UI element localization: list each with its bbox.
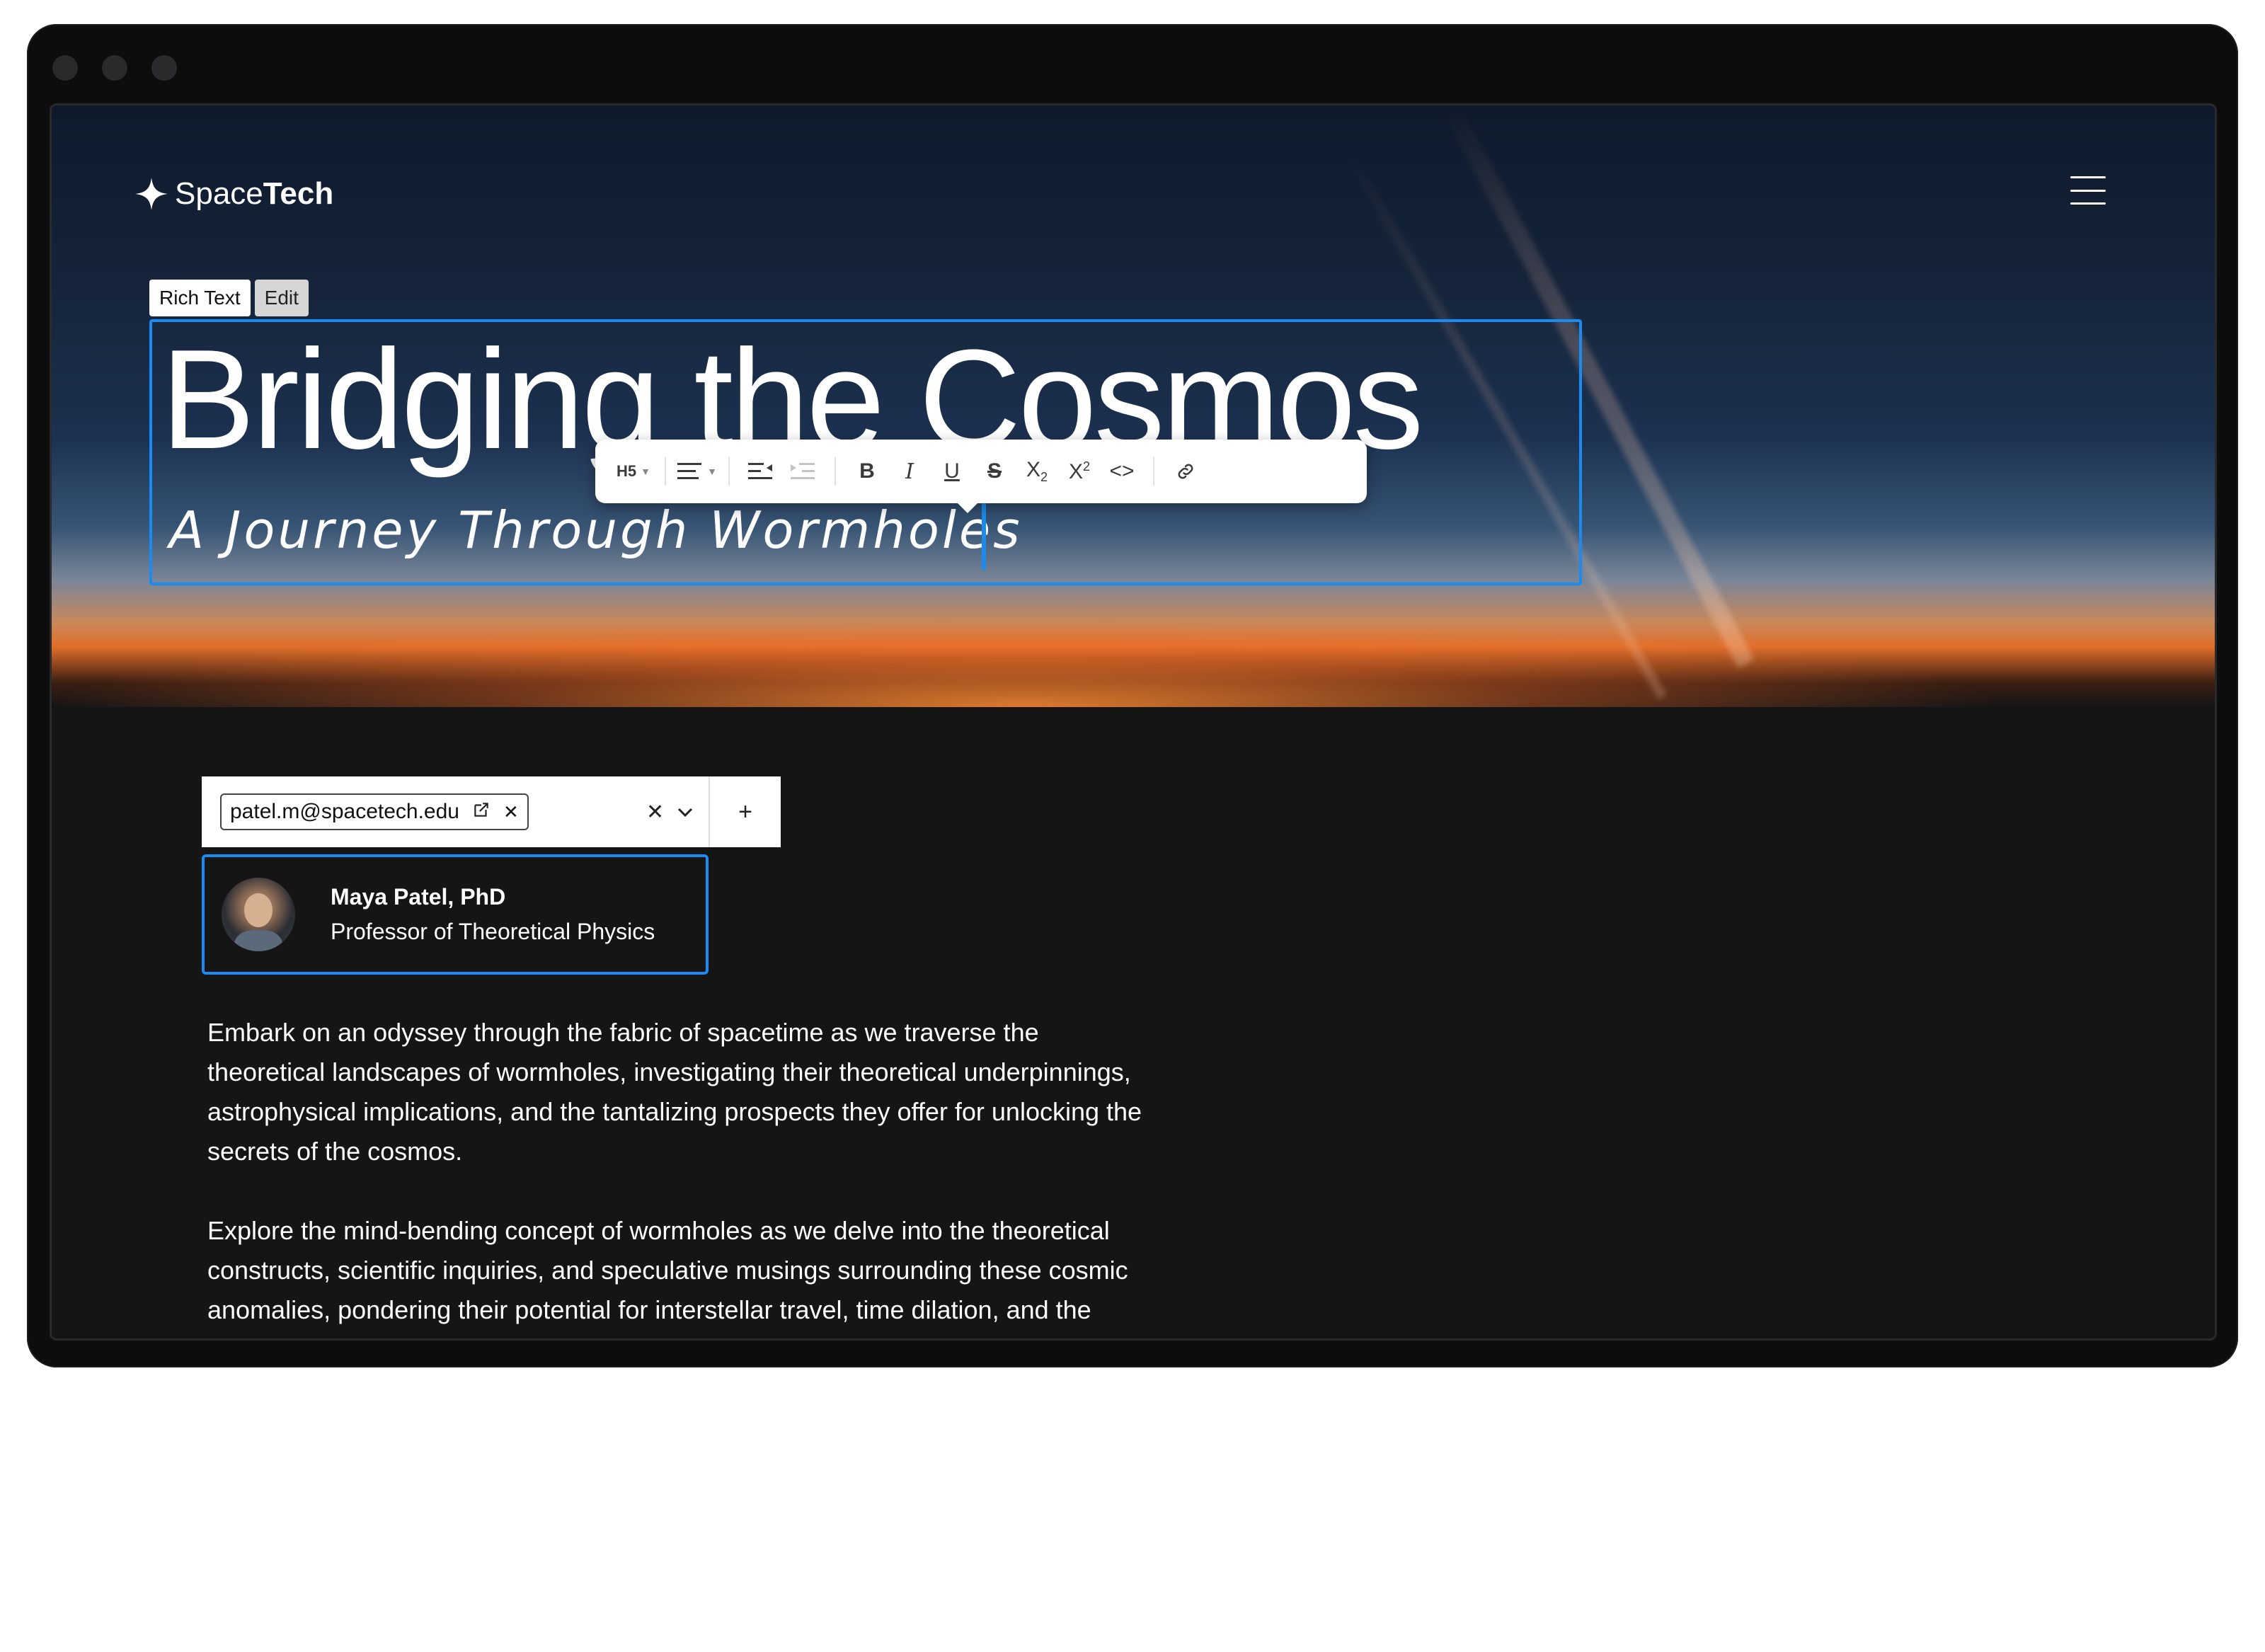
- page-subtitle[interactable]: A Journey Through Wormholes: [169, 500, 1023, 560]
- align-dropdown[interactable]: ▼: [676, 450, 718, 493]
- link-icon: [1178, 464, 1193, 479]
- outdent-button[interactable]: [740, 450, 782, 493]
- author-chip-label: patel.m@spacetech.edu: [230, 800, 459, 823]
- remove-chip-icon[interactable]: ✕: [503, 801, 519, 823]
- chevron-down-icon[interactable]: [677, 800, 694, 824]
- underline-button[interactable]: U: [931, 450, 973, 493]
- superscript-button[interactable]: X2: [1058, 450, 1101, 493]
- subscript-button[interactable]: X2: [1016, 450, 1058, 493]
- author-chip[interactable]: patel.m@spacetech.edu ✕: [220, 793, 529, 830]
- chevron-down-icon: ▼: [707, 466, 717, 477]
- toolbar-divider: [665, 457, 666, 486]
- window-close-dot[interactable]: [52, 55, 78, 81]
- italic-icon: I: [905, 459, 914, 484]
- author-info: Maya Patel, PhD Professor of Theoretical…: [331, 884, 655, 945]
- body-paragraph[interactable]: Explore the mind-bending concept of worm…: [207, 1211, 1156, 1338]
- link-button[interactable]: [1164, 450, 1207, 493]
- toolbar-divider: [1153, 457, 1154, 486]
- edit-block-button[interactable]: Edit: [254, 280, 309, 316]
- author-role: Professor of Theoretical Physics: [331, 919, 655, 944]
- strikethrough-icon: S: [987, 459, 1002, 483]
- add-author-button[interactable]: +: [709, 776, 781, 847]
- page-viewport: Space Tech Rich Text Edit Bridging the Co…: [50, 103, 2217, 1341]
- avatar: [222, 878, 295, 951]
- block-type-badge: Rich Text: [149, 280, 251, 316]
- site-logo[interactable]: Space Tech: [135, 176, 333, 212]
- heading-level-dropdown[interactable]: H5 ▼: [612, 450, 655, 493]
- author-select[interactable]: patel.m@spacetech.edu ✕ ✕ +: [202, 776, 781, 847]
- author-name: Maya Patel, PhD: [331, 884, 506, 910]
- external-link-icon[interactable]: [472, 801, 491, 824]
- article-body[interactable]: Embark on an odyssey through the fabric …: [207, 1013, 1156, 1338]
- sparkle-icon: [135, 178, 168, 210]
- text-cursor: [982, 502, 986, 570]
- indent-button[interactable]: [782, 450, 825, 493]
- window-maximize-dot[interactable]: [151, 55, 177, 81]
- select-controls: ✕: [646, 776, 694, 847]
- toolbar-divider: [835, 457, 836, 486]
- block-label-row: Rich Text Edit: [149, 280, 309, 316]
- strikethrough-button[interactable]: S: [973, 450, 1016, 493]
- align-left-icon: [677, 463, 702, 479]
- bold-icon: B: [859, 459, 875, 483]
- heading-level-label: H5: [617, 462, 637, 480]
- bold-button[interactable]: B: [846, 450, 888, 493]
- subscript-icon: X2: [1026, 458, 1048, 484]
- body-paragraph[interactable]: Embark on an odyssey through the fabric …: [207, 1013, 1156, 1171]
- italic-button[interactable]: I: [888, 450, 931, 493]
- indent-icon: [791, 463, 815, 479]
- window-minimize-dot[interactable]: [102, 55, 127, 81]
- outdent-icon: [748, 463, 772, 479]
- code-icon: <>: [1109, 459, 1135, 483]
- underline-icon: U: [944, 459, 960, 483]
- formatting-toolbar: H5 ▼ ▼ B I U S X2 X2 <>: [595, 440, 1367, 513]
- author-card[interactable]: Maya Patel, PhD Professor of Theoretical…: [202, 854, 709, 975]
- chevron-down-icon: ▼: [641, 466, 650, 477]
- superscript-icon: X2: [1068, 459, 1091, 483]
- logo-text-bold: Tech: [263, 176, 334, 211]
- hamburger-menu-icon[interactable]: [2070, 176, 2106, 205]
- code-button[interactable]: <>: [1101, 450, 1143, 493]
- logo-text-regular: Space: [175, 176, 263, 211]
- toolbar-divider: [728, 457, 730, 486]
- clear-selection-icon[interactable]: ✕: [646, 800, 664, 825]
